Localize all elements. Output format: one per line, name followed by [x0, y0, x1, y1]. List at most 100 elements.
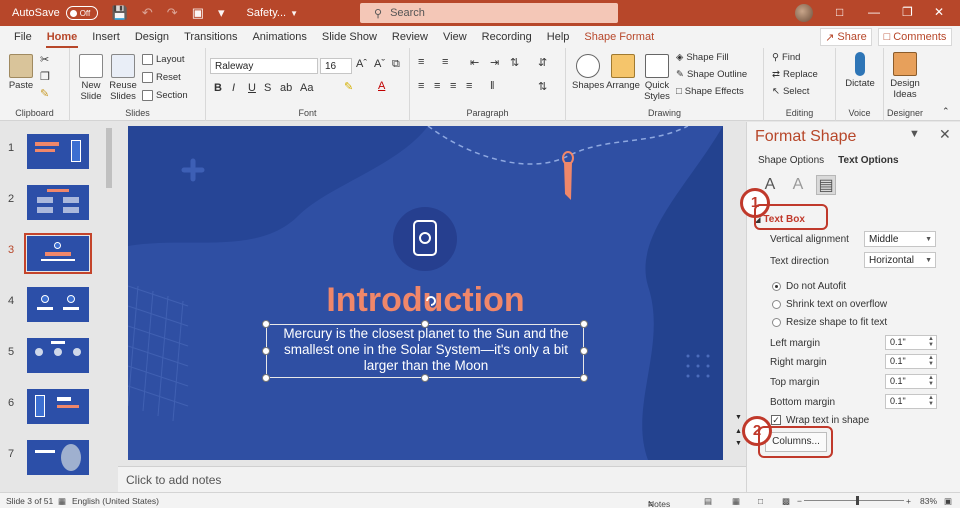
font-name-combo[interactable]: Raleway [210, 58, 318, 74]
clear-format-icon[interactable]: ⧉ [392, 58, 400, 71]
search-box[interactable]: ⚲ Search [360, 3, 618, 23]
tab-recording[interactable]: Recording [481, 31, 533, 43]
resize-handle[interactable] [580, 374, 588, 382]
autofit-option[interactable]: Resize shape to fit text [772, 317, 887, 328]
thumbnail-item[interactable]: 7 [0, 440, 116, 486]
autofit-option[interactable]: Shrink text on overflow [772, 299, 887, 310]
wrap-text-option[interactable]: ✓ Wrap text in shape [771, 415, 869, 426]
strikethrough-icon[interactable]: S [264, 82, 271, 94]
select-button[interactable]: ↖ Select [772, 86, 809, 97]
arrange-button[interactable]: Arrange [606, 54, 640, 91]
align-center-icon[interactable]: ≡ [434, 80, 440, 92]
shapes-button[interactable]: Shapes [572, 54, 604, 91]
autosave-toggle[interactable]: Off [65, 6, 98, 20]
layout-button[interactable]: Layout [142, 54, 185, 65]
underline-icon[interactable]: U [248, 82, 256, 94]
thumbnail-item[interactable]: 5 [0, 338, 116, 384]
tab-design[interactable]: Design [134, 31, 170, 43]
align-text-icon[interactable]: ⇅ [538, 80, 547, 93]
thumbnail-item[interactable]: 6 [0, 389, 116, 435]
cut-icon[interactable]: ✂ [40, 53, 49, 66]
thumbnail-image[interactable] [27, 134, 89, 169]
tab-view[interactable]: View [442, 31, 468, 43]
increase-indent-icon[interactable]: ⇥ [490, 56, 499, 69]
spin-arrows-icon[interactable]: ▲ ▼ [928, 355, 934, 367]
slide-sorter-icon[interactable]: ▦ [732, 496, 740, 507]
radio[interactable] [772, 299, 781, 309]
slide-canvas[interactable]: Introduction Mercury is the closest plan… [128, 126, 723, 460]
highlight-icon[interactable]: ✎ [344, 80, 353, 93]
zoom-level[interactable]: 83% [920, 496, 937, 506]
section-button[interactable]: Section [142, 90, 188, 101]
radio[interactable] [772, 317, 781, 327]
font-color-icon[interactable]: A [378, 80, 385, 92]
text-effects-icon[interactable]: A [788, 175, 808, 195]
vertical-alignment-dropdown[interactable]: Middle ▼ [864, 231, 936, 247]
thumbnail-item[interactable]: 1 [0, 134, 116, 180]
reset-button[interactable]: Reset [142, 72, 181, 83]
tab-file[interactable]: File [13, 31, 33, 43]
save-icon[interactable]: 💾 [112, 5, 128, 21]
decrease-indent-icon[interactable]: ⇤ [470, 56, 479, 69]
thumbnail-item[interactable]: 4 [0, 287, 116, 333]
scroll-down-icon[interactable]: ▼ [735, 414, 742, 421]
slide-body-text[interactable]: Mercury is the closest planet to the Sun… [268, 326, 584, 374]
normal-view-icon[interactable]: ▤ [704, 496, 712, 507]
paste-button[interactable]: Paste [6, 54, 36, 91]
minimize-icon[interactable]: — [868, 5, 880, 19]
design-ideas-button[interactable]: Design Ideas [886, 52, 924, 100]
undo-icon[interactable]: ↶ [142, 5, 153, 21]
character-spacing-icon[interactable]: ab [280, 82, 292, 94]
slide-show-icon[interactable]: ▩ [782, 496, 790, 507]
shrink-font-icon[interactable]: Aˇ [374, 58, 385, 70]
tab-text-options[interactable]: Text Options [838, 155, 898, 166]
comments-button[interactable]: □ Comments [878, 28, 952, 46]
share-button[interactable]: ↗ Share [820, 28, 872, 46]
copy-icon[interactable]: ❐ [40, 70, 50, 83]
tab-slide-show[interactable]: Slide Show [321, 31, 378, 43]
tab-transitions[interactable]: Transitions [183, 31, 238, 43]
font-size-combo[interactable]: 16 [320, 58, 352, 74]
grow-font-icon[interactable]: Aˆ [356, 58, 367, 70]
thumbnail-image[interactable] [27, 338, 89, 373]
line-spacing-icon[interactable]: ⇅ [510, 56, 519, 69]
shape-fill-button[interactable]: ◈ Shape Fill [676, 52, 729, 63]
document-title[interactable]: Safety... [247, 7, 287, 19]
redo-icon[interactable]: ↷ [167, 5, 178, 21]
zoom-in-icon[interactable]: + [906, 496, 911, 506]
tab-insert[interactable]: Insert [91, 31, 121, 43]
zoom-out-icon[interactable]: − [797, 496, 802, 506]
next-slide-icon[interactable]: ▼ [735, 440, 742, 447]
present-icon[interactable]: ▣ [192, 5, 204, 21]
new-slide-button[interactable]: New Slide [76, 54, 106, 102]
text-direction-icon[interactable]: ⇵ [538, 56, 547, 69]
radio-selected[interactable] [772, 281, 781, 291]
language-indicator[interactable]: English (United States) [72, 496, 159, 506]
justify-icon[interactable]: ≡ [466, 80, 472, 92]
thumbnail-image[interactable] [24, 233, 92, 274]
doc-menu-chevron-icon[interactable]: ▼ [290, 9, 298, 18]
tab-help[interactable]: Help [546, 31, 571, 43]
notes-pane[interactable]: Click to add notes [118, 466, 746, 492]
slide-scrollbar[interactable]: ▼ ▲ ▼ [732, 122, 746, 466]
shape-outline-button[interactable]: ✎ Shape Outline [676, 69, 747, 80]
bold-icon[interactable]: B [214, 82, 222, 94]
collapse-ribbon-icon[interactable]: ⌃ [942, 106, 950, 117]
replace-button[interactable]: ⇄ Replace [772, 69, 818, 80]
shape-effects-button[interactable]: □ Shape Effects [676, 86, 744, 97]
close-icon[interactable]: ✕ [934, 5, 944, 19]
format-painter-icon[interactable]: ✎ [40, 87, 49, 100]
thumbnails-scrollbar[interactable] [104, 122, 114, 492]
textbox-icon[interactable]: ▤ [816, 175, 836, 195]
zoom-slider-thumb[interactable] [856, 496, 859, 505]
ribbon-display-icon[interactable]: □ [836, 5, 843, 19]
quick-styles-button[interactable]: Quick Styles [642, 54, 672, 102]
resize-handle[interactable] [262, 374, 270, 382]
change-case-icon[interactable]: Aa [300, 82, 313, 94]
pane-close-icon[interactable]: ✕ [939, 126, 951, 143]
spin-arrows-icon[interactable]: ▲ ▼ [928, 336, 934, 348]
spin-arrows-icon[interactable]: ▲ ▼ [928, 395, 934, 407]
checkbox-checked[interactable]: ✓ [771, 415, 781, 426]
bottom-margin-input[interactable]: 0.1" ▲ ▼ [885, 394, 937, 409]
top-margin-input[interactable]: 0.1" ▲ ▼ [885, 374, 937, 389]
